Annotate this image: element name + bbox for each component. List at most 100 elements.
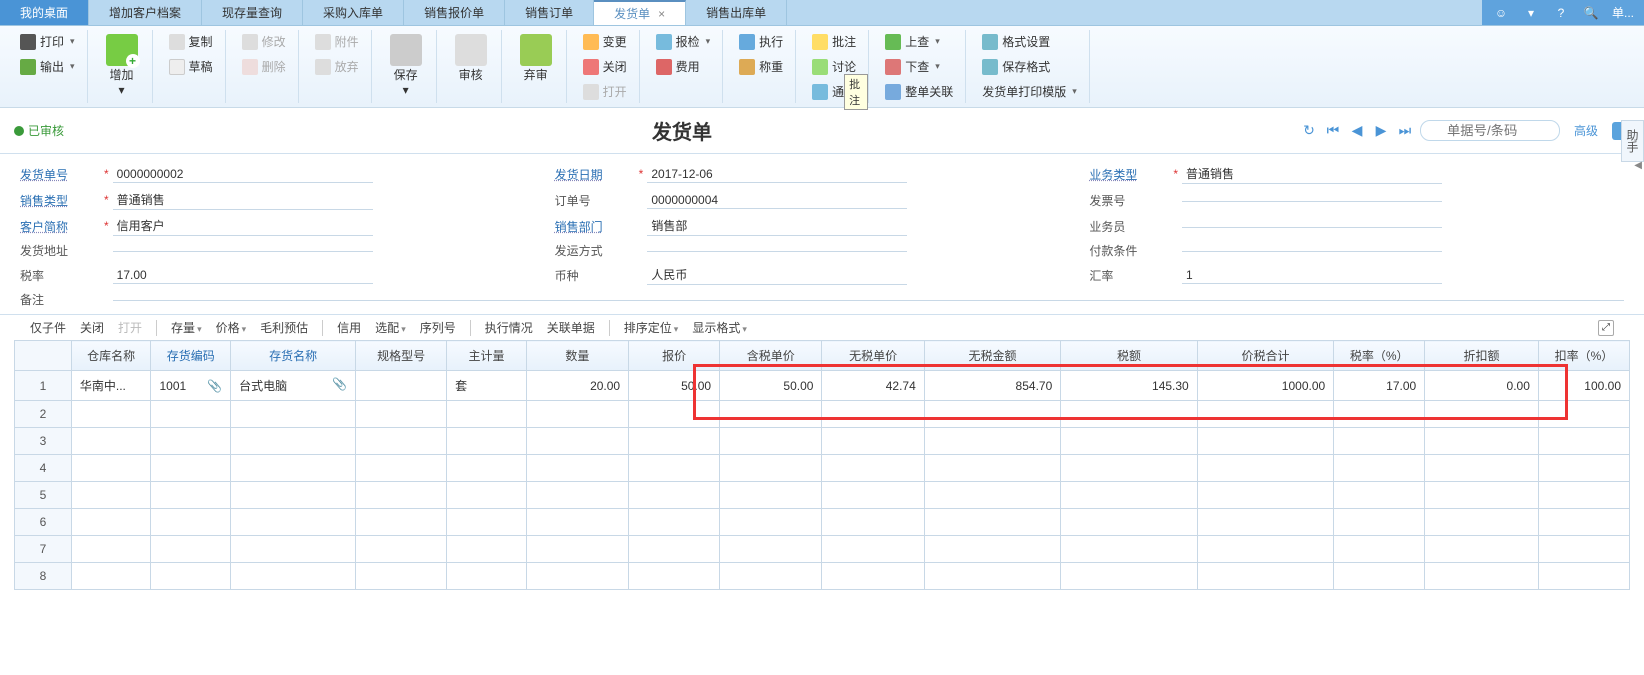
collapse-icon[interactable]: ◀: [1634, 160, 1642, 171]
table-row[interactable]: 5: [15, 482, 1630, 509]
detail-grid[interactable]: 仓库名称 存货编码 存货名称 规格型号 主计量 数量 报价 含税单价 无税单价 …: [14, 340, 1630, 590]
draft-button[interactable]: 草稿: [163, 55, 219, 78]
tab-purchase-in[interactable]: 采购入库单: [303, 0, 404, 25]
open-button[interactable]: 打开: [577, 80, 633, 103]
value-tax-rate[interactable]: 17.00: [113, 267, 373, 284]
tab-sales-order[interactable]: 销售订单: [505, 0, 594, 25]
doc-search-input[interactable]: [1420, 120, 1560, 141]
value-sale-dept[interactable]: 销售部: [647, 216, 907, 236]
only-child-button[interactable]: 仅子件: [30, 319, 66, 336]
label-ship-date[interactable]: 发货日期: [555, 166, 635, 183]
tab-add-customer[interactable]: 增加客户档案: [89, 0, 202, 25]
table-row[interactable]: 6: [15, 509, 1630, 536]
col-tax-rate[interactable]: 税率（%）: [1334, 341, 1425, 371]
disp-button[interactable]: 显示格式▾: [692, 319, 747, 336]
help-icon[interactable]: ?: [1552, 4, 1570, 22]
tab-shipment[interactable]: 发货单×: [594, 0, 686, 25]
change-button[interactable]: 变更: [577, 30, 633, 53]
value-ship-date[interactable]: 2017-12-06: [647, 166, 907, 183]
export-button[interactable]: 输出▾: [14, 55, 81, 78]
prev-icon[interactable]: ◀: [1348, 122, 1366, 140]
exec-button[interactable]: 执行情况: [485, 319, 533, 336]
tab-sales-out[interactable]: 销售出库单: [686, 0, 787, 25]
weigh-button[interactable]: 称重: [733, 55, 789, 78]
attach-icon[interactable]: 📎: [207, 379, 222, 393]
table-row[interactable]: 2: [15, 401, 1630, 428]
table-row[interactable]: 8: [15, 563, 1630, 590]
col-uom[interactable]: 主计量: [447, 341, 527, 371]
discard-button[interactable]: 放弃: [309, 55, 365, 78]
col-total[interactable]: 价税合计: [1197, 341, 1333, 371]
add-button[interactable]: +增加▾: [98, 30, 146, 101]
gross-button[interactable]: 毛利预估: [260, 319, 308, 336]
modify-button[interactable]: 修改: [236, 30, 292, 53]
value-invoice-no[interactable]: [1182, 199, 1442, 202]
tab-my-desktop[interactable]: 我的桌面: [0, 0, 89, 25]
value-pay-term[interactable]: [1182, 249, 1442, 252]
attach-button[interactable]: 附件: [309, 30, 365, 53]
tab-stock-query[interactable]: 现存量查询: [202, 0, 303, 25]
whole-link-button[interactable]: 整单关联: [879, 80, 959, 103]
col-name[interactable]: 存货名称: [231, 341, 356, 371]
col-disc-rate[interactable]: 扣率（%）: [1538, 341, 1629, 371]
label-sale-type[interactable]: 销售类型: [20, 192, 100, 209]
grid-open-button[interactable]: 打开: [118, 319, 142, 336]
help-panel-toggle[interactable]: 助手: [1621, 120, 1644, 162]
grid-close-button[interactable]: 关闭: [80, 319, 104, 336]
down-query-button[interactable]: 下查▾: [879, 55, 959, 78]
col-quote[interactable]: 报价: [629, 341, 720, 371]
annotate-button[interactable]: 批注: [806, 30, 862, 53]
save-format-button[interactable]: 保存格式: [976, 55, 1083, 78]
label-biz-type[interactable]: 业务类型: [1089, 166, 1169, 183]
close-button[interactable]: 关闭: [577, 55, 633, 78]
label-ship-no[interactable]: 发货单号: [20, 166, 100, 183]
col-tax[interactable]: 税额: [1061, 341, 1197, 371]
template-button[interactable]: 发货单打印模版▾: [976, 80, 1083, 103]
col-wh[interactable]: 仓库名称: [71, 341, 151, 371]
table-row[interactable]: 4: [15, 455, 1630, 482]
col-notax-amt[interactable]: 无税金额: [924, 341, 1060, 371]
value-salesman[interactable]: [1182, 225, 1442, 228]
advanced-link[interactable]: 高级: [1574, 122, 1598, 139]
dropdown-icon[interactable]: ▾: [1522, 4, 1540, 22]
label-cust-abbr[interactable]: 客户简称: [20, 218, 100, 235]
next-icon[interactable]: ▶: [1372, 122, 1390, 140]
format-button[interactable]: 格式设置: [976, 30, 1083, 53]
sort-button[interactable]: 排序定位▾: [624, 319, 679, 336]
search-icon[interactable]: 🔍: [1582, 4, 1600, 22]
value-remark[interactable]: [113, 298, 1624, 301]
print-button[interactable]: 打印▾: [14, 30, 81, 53]
audit-button[interactable]: 审核: [447, 30, 495, 87]
table-row[interactable]: 7: [15, 536, 1630, 563]
rel-button[interactable]: 关联单据: [547, 319, 595, 336]
value-ex-rate[interactable]: 1: [1182, 267, 1442, 284]
value-currency[interactable]: 人民币: [647, 265, 907, 285]
value-ship-mode[interactable]: [647, 249, 907, 252]
value-cust-abbr[interactable]: 信用客户: [113, 216, 373, 236]
col-tax-price[interactable]: 含税单价: [720, 341, 822, 371]
fee-button[interactable]: 费用: [650, 55, 717, 78]
last-icon[interactable]: ⏭: [1396, 122, 1414, 140]
match-button[interactable]: 选配▾: [375, 319, 406, 336]
tab-sales-quote[interactable]: 销售报价单: [404, 0, 505, 25]
delete-button[interactable]: 删除: [236, 55, 292, 78]
value-order-no[interactable]: 0000000004: [647, 192, 907, 209]
copy-button[interactable]: 复制: [163, 30, 219, 53]
abandon-button[interactable]: 弃审: [512, 30, 560, 87]
label-sale-dept[interactable]: 销售部门: [555, 218, 635, 235]
table-row[interactable]: 1华南中...1001📎台式电脑📎套20.0050.0050.0042.7485…: [15, 371, 1630, 401]
col-spec[interactable]: 规格型号: [356, 341, 447, 371]
execute-button[interactable]: 执行: [733, 30, 789, 53]
price-button[interactable]: 价格▾: [216, 319, 247, 336]
col-qty[interactable]: 数量: [526, 341, 628, 371]
inspect-button[interactable]: 报检▾: [650, 30, 717, 53]
serial-button[interactable]: 序列号: [420, 319, 456, 336]
value-sale-type[interactable]: 普通销售: [113, 190, 373, 210]
refresh-icon[interactable]: ↻: [1300, 122, 1318, 140]
attach-icon[interactable]: 📎: [332, 377, 347, 391]
col-disc[interactable]: 折扣额: [1425, 341, 1539, 371]
smile-icon[interactable]: ☺: [1492, 4, 1510, 22]
col-notax-price[interactable]: 无税单价: [822, 341, 924, 371]
stock-button[interactable]: 存量▾: [171, 319, 202, 336]
first-icon[interactable]: ⏮: [1324, 122, 1342, 140]
